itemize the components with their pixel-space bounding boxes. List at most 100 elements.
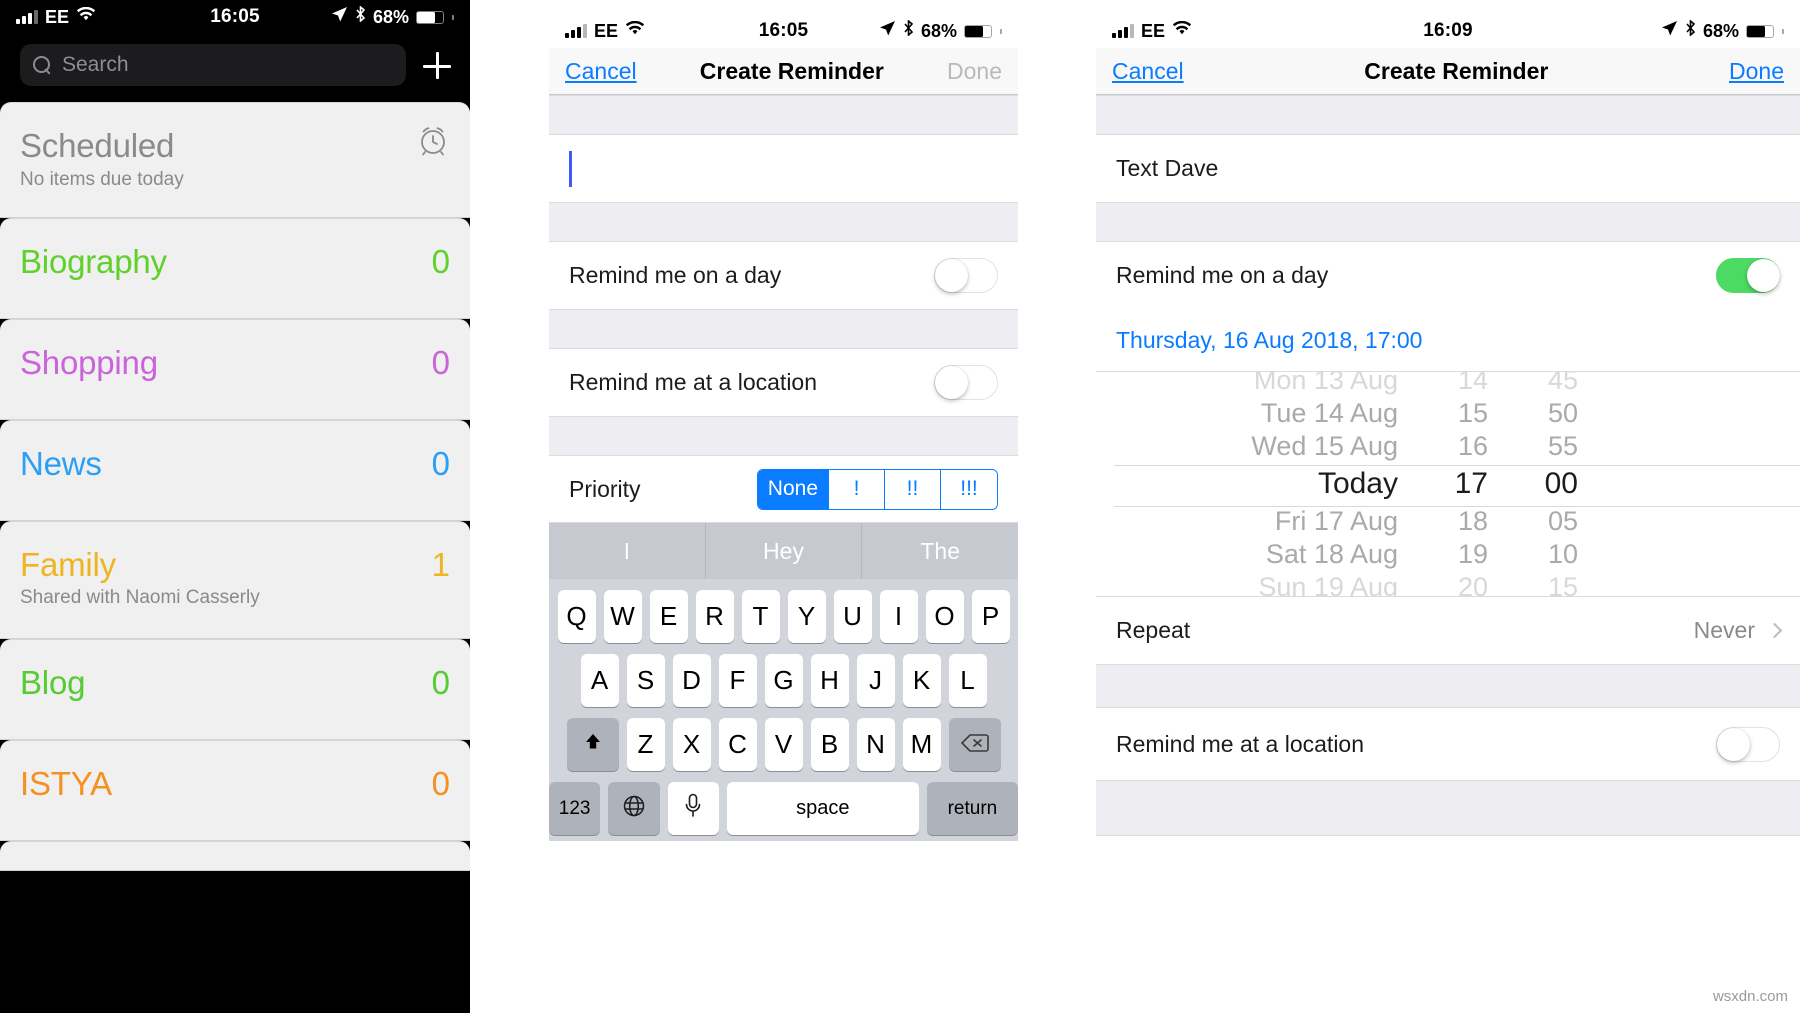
- remind-at-location-label: Remind me at a location: [569, 369, 818, 395]
- remind-on-day-row[interactable]: Remind me on a day: [549, 242, 1018, 309]
- shift-key[interactable]: [566, 718, 619, 771]
- toggle-knob: [935, 259, 968, 292]
- status-right: 68%: [1661, 19, 1784, 43]
- return-key[interactable]: return: [926, 782, 1018, 835]
- list-item-blog[interactable]: Blog 0: [0, 639, 470, 740]
- list-row: Blog 0: [20, 664, 450, 702]
- shift-icon: [582, 729, 604, 760]
- battery-icon: [416, 10, 444, 24]
- key-c[interactable]: C: [718, 718, 757, 771]
- remind-at-location-row[interactable]: Remind me at a location: [549, 349, 1018, 416]
- done-button[interactable]: Done: [1729, 58, 1784, 85]
- list-name: Biography: [20, 243, 167, 280]
- key-r[interactable]: R: [695, 590, 734, 643]
- globe-key[interactable]: [608, 782, 660, 835]
- key-w[interactable]: W: [603, 590, 642, 643]
- picker-selection-top-line: [1114, 465, 1800, 466]
- key-p[interactable]: P: [971, 590, 1010, 643]
- reminder-title-input[interactable]: [549, 135, 1018, 202]
- key-m[interactable]: M: [902, 718, 941, 771]
- picker-minute-1: 45: [1547, 371, 1578, 395]
- predictive-text-bar: I Hey The: [549, 523, 1018, 579]
- key-a[interactable]: A: [580, 654, 619, 707]
- key-l[interactable]: L: [948, 654, 987, 707]
- keyboard-row-4: 123 space return: [549, 782, 1018, 835]
- key-e[interactable]: E: [649, 590, 688, 643]
- key-k[interactable]: K: [902, 654, 941, 707]
- toggle-knob: [1747, 259, 1780, 292]
- reminder-title-input[interactable]: Text Dave: [1096, 135, 1800, 202]
- picker-column-minute[interactable]: 40 45 50 55 00 05 10 15 20: [1496, 372, 1586, 596]
- numeric-key[interactable]: 123: [549, 782, 601, 835]
- priority-option-medium[interactable]: !!: [885, 469, 941, 509]
- selected-date-row[interactable]: Thursday, 16 Aug 2018, 17:00: [1096, 309, 1800, 371]
- list-item-news[interactable]: News 0: [0, 420, 470, 521]
- key-f[interactable]: F: [718, 654, 757, 707]
- key-i[interactable]: I: [879, 590, 918, 643]
- priority-segmented-control[interactable]: None ! !! !!!: [756, 468, 998, 510]
- dictation-key[interactable]: [667, 782, 719, 835]
- picker-minute-5: 05: [1547, 506, 1578, 536]
- date-time-picker[interactable]: Sun 12 Aug Mon 13 Aug Tue 14 Aug Wed 15 …: [1096, 371, 1800, 596]
- priority-option-none[interactable]: None: [757, 469, 829, 509]
- remind-at-location-toggle[interactable]: [1716, 726, 1780, 762]
- priority-option-low[interactable]: !: [829, 469, 885, 509]
- key-x[interactable]: X: [672, 718, 711, 771]
- remind-at-location-toggle[interactable]: [934, 365, 998, 400]
- list-item-partial[interactable]: [0, 841, 470, 871]
- remind-on-day-toggle[interactable]: [934, 258, 998, 293]
- search-input[interactable]: Search: [20, 44, 406, 86]
- remind-at-location-row[interactable]: Remind me at a location: [1096, 708, 1800, 780]
- repeat-row[interactable]: Repeat Never: [1096, 596, 1800, 664]
- search-icon: [33, 55, 52, 75]
- key-o[interactable]: O: [925, 590, 964, 643]
- key-q[interactable]: Q: [557, 590, 596, 643]
- key-h[interactable]: H: [810, 654, 849, 707]
- remind-on-day-toggle[interactable]: [1716, 258, 1780, 293]
- section-gap: [549, 95, 1018, 135]
- battery-icon: [964, 24, 992, 38]
- list-item-family[interactable]: Family 1 Shared with Naomi Casserly: [0, 521, 470, 639]
- space-key[interactable]: space: [726, 782, 919, 835]
- microphone-icon: [684, 793, 702, 825]
- prediction-1[interactable]: I: [549, 523, 706, 579]
- remind-on-day-row[interactable]: Remind me on a day: [1096, 242, 1800, 309]
- cancel-button[interactable]: Cancel: [1112, 58, 1184, 85]
- list-item-biography[interactable]: Biography 0: [0, 218, 470, 319]
- phone-panel-create-reminder-filled: EE 16:09 68% Cancel Create Reminder Done…: [1096, 14, 1800, 974]
- backspace-key[interactable]: [948, 718, 1001, 771]
- key-g[interactable]: G: [764, 654, 803, 707]
- key-n[interactable]: N: [856, 718, 895, 771]
- key-v[interactable]: V: [764, 718, 803, 771]
- list-row: Shopping 0: [20, 344, 450, 382]
- picker-minute-7: 15: [1547, 572, 1578, 596]
- battery-icon: [1746, 24, 1774, 38]
- picker-column-hour[interactable]: 13 14 15 16 17 18 19 20 21: [1406, 372, 1496, 596]
- key-u[interactable]: U: [833, 590, 872, 643]
- screenshot-root: EE 16:05 68% Search Scheduled No items d…: [0, 0, 1800, 1013]
- list-item-istya[interactable]: ISTYA 0: [0, 740, 470, 841]
- picker-selection-bottom-line: [1114, 506, 1800, 507]
- cancel-button[interactable]: Cancel: [565, 58, 637, 85]
- picker-column-day[interactable]: Sun 12 Aug Mon 13 Aug Tue 14 Aug Wed 15 …: [1106, 372, 1406, 596]
- key-b[interactable]: B: [810, 718, 849, 771]
- key-t[interactable]: T: [741, 590, 780, 643]
- done-button[interactable]: Done: [947, 58, 1002, 85]
- picker-hour-3: 16: [1457, 431, 1488, 461]
- key-d[interactable]: D: [672, 654, 711, 707]
- list-item-shopping[interactable]: Shopping 0: [0, 319, 470, 420]
- priority-option-high[interactable]: !!!: [941, 469, 997, 509]
- add-reminder-button[interactable]: [420, 48, 454, 82]
- prediction-3[interactable]: The: [862, 523, 1018, 579]
- scheduled-card[interactable]: Scheduled No items due today: [0, 102, 470, 218]
- picker-hour-2: 15: [1457, 398, 1488, 428]
- picker-day-6: Sat 18 Aug: [1265, 539, 1398, 569]
- prediction-2[interactable]: Hey: [706, 523, 863, 579]
- key-z[interactable]: Z: [626, 718, 665, 771]
- picker-day-1: Mon 13 Aug: [1253, 371, 1398, 395]
- key-j[interactable]: J: [856, 654, 895, 707]
- chevron-right-icon: [1766, 622, 1783, 639]
- key-s[interactable]: S: [626, 654, 665, 707]
- picker-minute-2: 50: [1547, 398, 1578, 428]
- key-y[interactable]: Y: [787, 590, 826, 643]
